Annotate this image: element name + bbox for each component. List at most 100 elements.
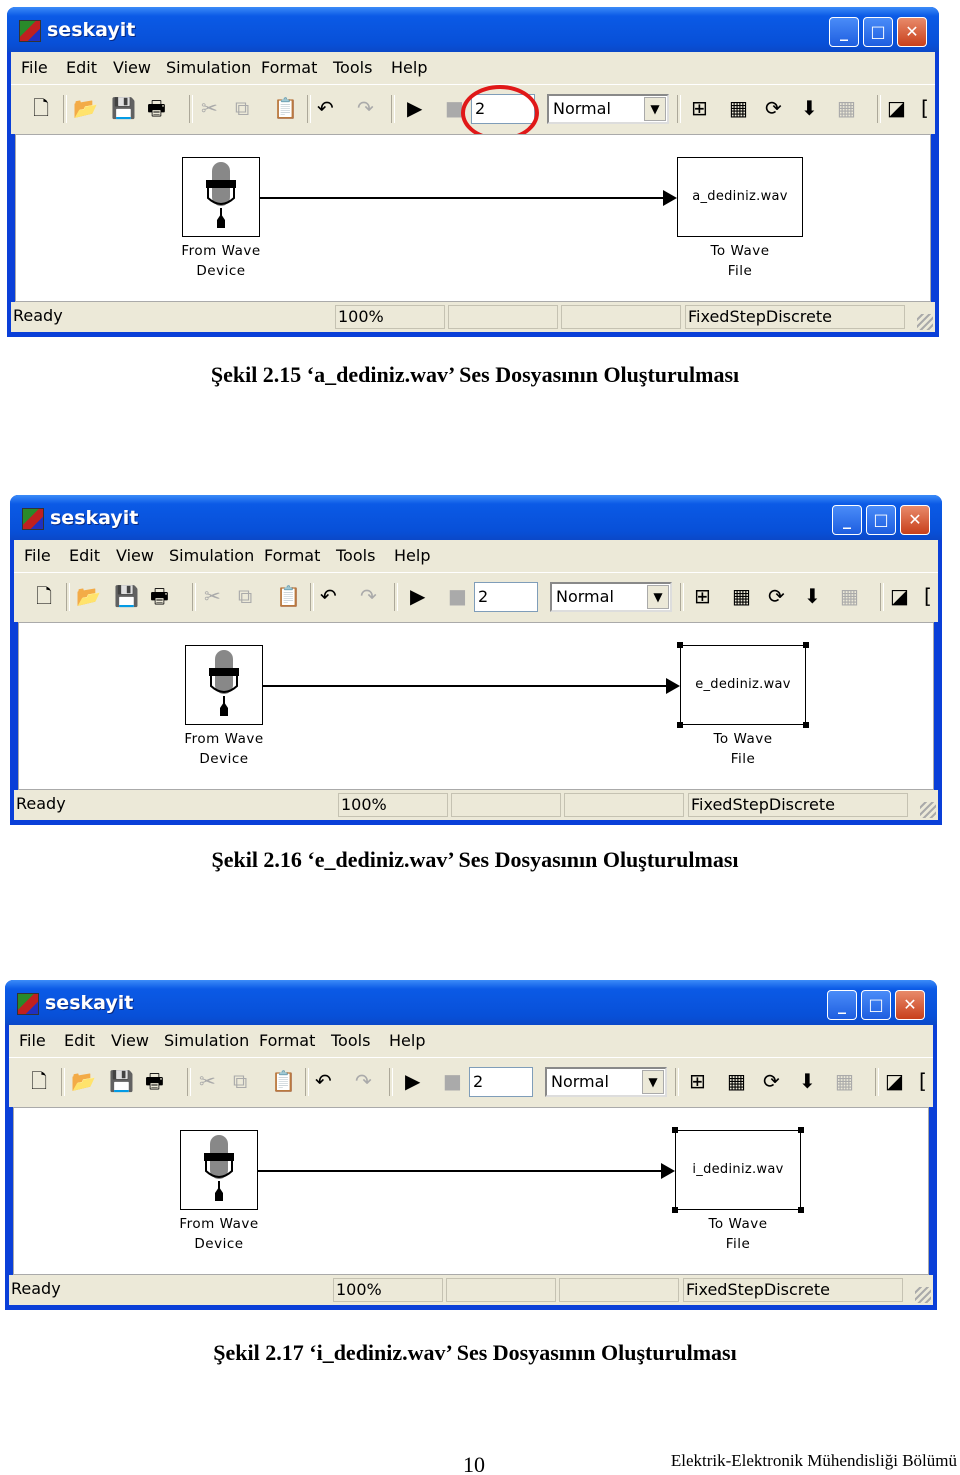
update-diagram-icon[interactable]: ⟳ [765, 97, 782, 119]
menu-simulation[interactable]: Simulation [164, 1031, 249, 1050]
library-browser-icon[interactable]: ⊞ [694, 585, 711, 607]
copy-icon[interactable]: ⧉ [235, 97, 249, 119]
menu-view[interactable]: View [113, 58, 151, 77]
build-icon[interactable]: ⬇ [799, 1070, 816, 1092]
chevron-down-icon[interactable]: ▼ [647, 585, 669, 609]
model-explorer-icon[interactable]: ◪ [890, 585, 909, 607]
menu-file[interactable]: File [24, 546, 51, 565]
simulation-mode-select[interactable]: Normal ▼ [550, 582, 672, 612]
bracket-icon[interactable]: [ [924, 585, 932, 607]
redo-icon[interactable]: ↷ [360, 585, 377, 607]
open-icon[interactable]: 📂 [73, 97, 98, 119]
copy-icon[interactable]: ⧉ [233, 1070, 247, 1092]
model-browser-icon[interactable]: ▦ [727, 1070, 746, 1092]
menu-edit[interactable]: Edit [69, 546, 100, 565]
cut-icon[interactable]: ✂ [204, 585, 221, 607]
resize-grip[interactable] [917, 314, 933, 330]
signal-line[interactable] [263, 685, 668, 687]
title-bar[interactable]: seskayit _ □ ✕ [5, 980, 937, 1025]
start-icon[interactable]: ▶ [407, 97, 422, 119]
menu-format[interactable]: Format [264, 546, 320, 565]
to-wave-file-block[interactable]: e_dediniz.wav [680, 645, 806, 725]
resize-grip[interactable] [920, 802, 936, 818]
selection-handle[interactable] [798, 1127, 804, 1133]
debug-icon[interactable]: ▦ [837, 97, 856, 119]
save-icon[interactable]: 💾 [111, 97, 136, 119]
model-canvas[interactable]: i_dediniz.wav From Wave Device To Wave Fil… [13, 1107, 929, 1275]
resize-grip[interactable] [915, 1287, 931, 1303]
stop-time-input[interactable]: 2 [474, 582, 538, 612]
selection-handle[interactable] [672, 1207, 678, 1213]
menu-help[interactable]: Help [391, 58, 427, 77]
title-bar[interactable]: seskayit _ □ ✕ [10, 495, 942, 540]
selection-handle[interactable] [798, 1207, 804, 1213]
signal-line[interactable] [258, 1170, 663, 1172]
save-icon[interactable]: 💾 [109, 1070, 134, 1092]
redo-icon[interactable]: ↷ [355, 1070, 372, 1092]
menu-format[interactable]: Format [259, 1031, 315, 1050]
print-icon[interactable]: 🖶 [150, 585, 169, 607]
model-browser-icon[interactable]: ▦ [729, 97, 748, 119]
open-icon[interactable]: 📂 [76, 585, 101, 607]
close-button[interactable]: ✕ [897, 17, 927, 47]
library-browser-icon[interactable]: ⊞ [689, 1070, 706, 1092]
menu-help[interactable]: Help [389, 1031, 425, 1050]
menu-view[interactable]: View [116, 546, 154, 565]
cut-icon[interactable]: ✂ [201, 97, 218, 119]
signal-line[interactable] [260, 197, 665, 199]
stop-time-input[interactable]: 2 [469, 1067, 533, 1097]
minimize-button[interactable]: _ [829, 17, 859, 47]
save-icon[interactable]: 💾 [114, 585, 139, 607]
model-explorer-icon[interactable]: ◪ [887, 97, 906, 119]
print-icon[interactable]: 🖶 [145, 1070, 164, 1092]
simulation-mode-select[interactable]: Normal ▼ [545, 1067, 667, 1097]
debug-icon[interactable]: ▦ [840, 585, 859, 607]
debug-icon[interactable]: ▦ [835, 1070, 854, 1092]
minimize-button[interactable]: _ [827, 990, 857, 1020]
redo-icon[interactable]: ↷ [357, 97, 374, 119]
menu-edit[interactable]: Edit [66, 58, 97, 77]
chevron-down-icon[interactable]: ▼ [642, 1070, 664, 1094]
selection-handle[interactable] [677, 642, 683, 648]
menu-file[interactable]: File [21, 58, 48, 77]
build-icon[interactable]: ⬇ [801, 97, 818, 119]
menu-simulation[interactable]: Simulation [169, 546, 254, 565]
cut-icon[interactable]: ✂ [199, 1070, 216, 1092]
stop-icon[interactable]: ■ [448, 585, 467, 607]
start-icon[interactable]: ▶ [410, 585, 425, 607]
chevron-down-icon[interactable]: ▼ [644, 97, 666, 121]
new-icon[interactable]: 🗋 [36, 585, 52, 607]
selection-handle[interactable] [803, 722, 809, 728]
undo-icon[interactable]: ↶ [320, 585, 337, 607]
update-diagram-icon[interactable]: ⟳ [768, 585, 785, 607]
model-explorer-icon[interactable]: ◪ [885, 1070, 904, 1092]
open-icon[interactable]: 📂 [71, 1070, 96, 1092]
maximize-button[interactable]: □ [861, 990, 891, 1020]
menu-tools[interactable]: Tools [333, 58, 372, 77]
maximize-button[interactable]: □ [866, 505, 896, 535]
menu-file[interactable]: File [19, 1031, 46, 1050]
update-diagram-icon[interactable]: ⟳ [763, 1070, 780, 1092]
bracket-icon[interactable]: [ [919, 1070, 927, 1092]
from-wave-device-block[interactable] [180, 1130, 258, 1210]
title-bar[interactable]: seskayit _ □ ✕ [7, 7, 939, 52]
model-canvas[interactable]: e_dediniz.wav From Wave Device To Wave Fil… [18, 622, 934, 790]
menu-simulation[interactable]: Simulation [166, 58, 251, 77]
menu-tools[interactable]: Tools [331, 1031, 370, 1050]
simulation-mode-select[interactable]: Normal ▼ [547, 94, 669, 124]
menu-help[interactable]: Help [394, 546, 430, 565]
close-button[interactable]: ✕ [895, 990, 925, 1020]
library-browser-icon[interactable]: ⊞ [691, 97, 708, 119]
minimize-button[interactable]: _ [832, 505, 862, 535]
paste-icon[interactable]: 📋 [276, 585, 301, 607]
menu-edit[interactable]: Edit [64, 1031, 95, 1050]
model-browser-icon[interactable]: ▦ [732, 585, 751, 607]
build-icon[interactable]: ⬇ [804, 585, 821, 607]
menu-tools[interactable]: Tools [336, 546, 375, 565]
paste-icon[interactable]: 📋 [273, 97, 298, 119]
menu-format[interactable]: Format [261, 58, 317, 77]
bracket-icon[interactable]: [ [921, 97, 929, 119]
close-button[interactable]: ✕ [900, 505, 930, 535]
to-wave-file-block[interactable]: i_dediniz.wav [675, 1130, 801, 1210]
copy-icon[interactable]: ⧉ [238, 585, 252, 607]
